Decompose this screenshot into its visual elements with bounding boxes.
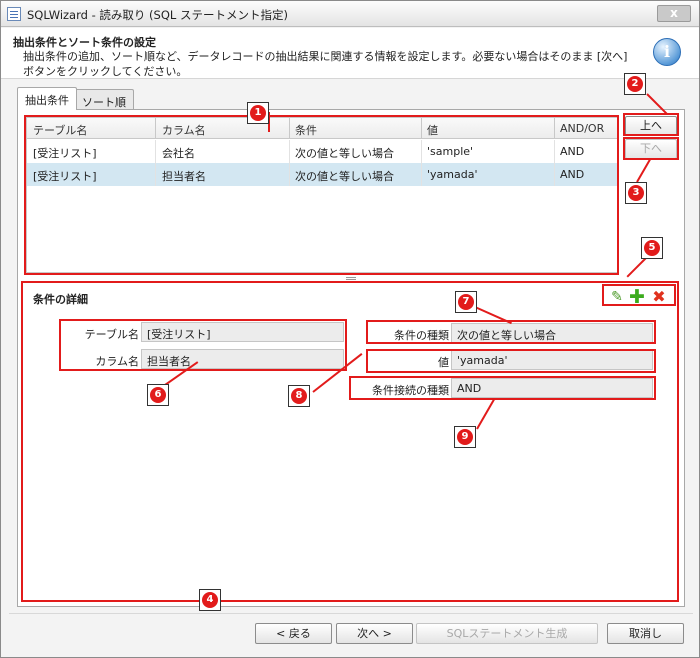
- table-name-field: [受注リスト]: [141, 322, 344, 342]
- col-header-value[interactable]: 値: [427, 122, 438, 138]
- value-label: 値: [438, 356, 449, 369]
- marker-2: 2: [624, 73, 646, 95]
- table-name-label: テーブル名: [84, 328, 139, 341]
- cell-column: 担当者名: [162, 170, 206, 183]
- back-button[interactable]: < 戻る: [255, 623, 332, 644]
- title-bar: SQLWizard - 読み取り (SQL ステートメント指定) x: [1, 1, 699, 27]
- cell-value: 'yamada': [427, 168, 478, 181]
- condition-type-label: 条件の種類: [394, 329, 449, 342]
- condition-details-panel: 条件の詳細 ✎ ✚ ✖ テーブル名 [受注リスト] カラム名 担当者名 条件の種…: [23, 282, 677, 602]
- tab-sort-order[interactable]: ソート順: [74, 89, 134, 111]
- col-header-condition[interactable]: 条件: [295, 122, 317, 138]
- marker-8: 8: [288, 385, 310, 407]
- next-button[interactable]: 次へ >: [336, 623, 413, 644]
- col-header-column[interactable]: カラム名: [162, 122, 206, 138]
- condition-type-field: 次の値と等しい場合: [451, 323, 653, 343]
- column-name-label: カラム名: [95, 355, 139, 368]
- cell-condition: 次の値と等しい場合: [295, 147, 394, 160]
- join-type-field: AND: [451, 378, 653, 398]
- add-icon[interactable]: ✚: [629, 288, 645, 307]
- window-title: SQLWizard - 読み取り (SQL ステートメント指定): [27, 8, 288, 22]
- details-title: 条件の詳細: [33, 293, 88, 306]
- cell-table: [受注リスト]: [33, 170, 97, 183]
- cell-table: [受注リスト]: [33, 147, 97, 160]
- header-description: 抽出条件の追加、ソート順など、データレコードの抽出結果に関連する情報を設定します…: [23, 50, 628, 78]
- tab-conditions[interactable]: 抽出条件: [17, 87, 77, 110]
- move-up-button[interactable]: 上へ: [625, 116, 677, 136]
- marker-5: 5: [641, 237, 663, 259]
- value-field: 'yamada': [451, 350, 653, 370]
- join-type-label: 条件接続の種類: [372, 384, 449, 397]
- marker-9: 9: [454, 426, 476, 448]
- col-header-table[interactable]: テーブル名: [33, 122, 87, 138]
- cancel-button[interactable]: 取消し: [607, 623, 684, 644]
- col-header-andor[interactable]: AND/OR: [560, 122, 604, 135]
- cell-andor: AND: [560, 145, 585, 158]
- move-down-button[interactable]: 下へ: [625, 139, 677, 159]
- marker-1: 1: [247, 102, 269, 124]
- grid-header: テーブル名 カラム名 条件 値 AND/OR: [27, 118, 617, 139]
- close-button[interactable]: x: [657, 5, 691, 22]
- header: 抽出条件とソート条件の設定 抽出条件の追加、ソート順など、データレコードの抽出結…: [1, 28, 699, 79]
- marker-7: 7: [455, 291, 477, 313]
- info-icon: i: [653, 38, 681, 66]
- marker-3: 3: [625, 182, 647, 204]
- cell-andor: AND: [560, 168, 585, 181]
- cell-column: 会社名: [162, 147, 195, 160]
- header-title: 抽出条件とソート条件の設定: [13, 36, 156, 49]
- conditions-grid[interactable]: テーブル名 カラム名 条件 値 AND/OR [受注リスト] 会社名 次の値と等…: [26, 117, 618, 273]
- app-icon: [7, 7, 21, 21]
- footer-divider: [9, 613, 693, 614]
- marker-6: 6: [147, 384, 169, 406]
- marker-4: 4: [199, 589, 221, 611]
- table-row[interactable]: [受注リスト] 会社名 次の値と等しい場合 'sample' AND: [27, 140, 617, 163]
- sql-wizard-window: SQLWizard - 読み取り (SQL ステートメント指定) x 抽出条件と…: [0, 0, 700, 658]
- cell-condition: 次の値と等しい場合: [295, 170, 394, 183]
- generate-sql-button[interactable]: SQLステートメント生成: [416, 623, 598, 644]
- delete-icon[interactable]: ✖: [651, 289, 667, 305]
- edit-icon[interactable]: ✎: [609, 289, 625, 305]
- table-row-selected[interactable]: [受注リスト] 担当者名 次の値と等しい場合 'yamada' AND: [27, 163, 617, 186]
- column-name-field: 担当者名: [141, 349, 344, 369]
- splitter-handle[interactable]: [346, 277, 356, 278]
- cell-value: 'sample': [427, 145, 474, 158]
